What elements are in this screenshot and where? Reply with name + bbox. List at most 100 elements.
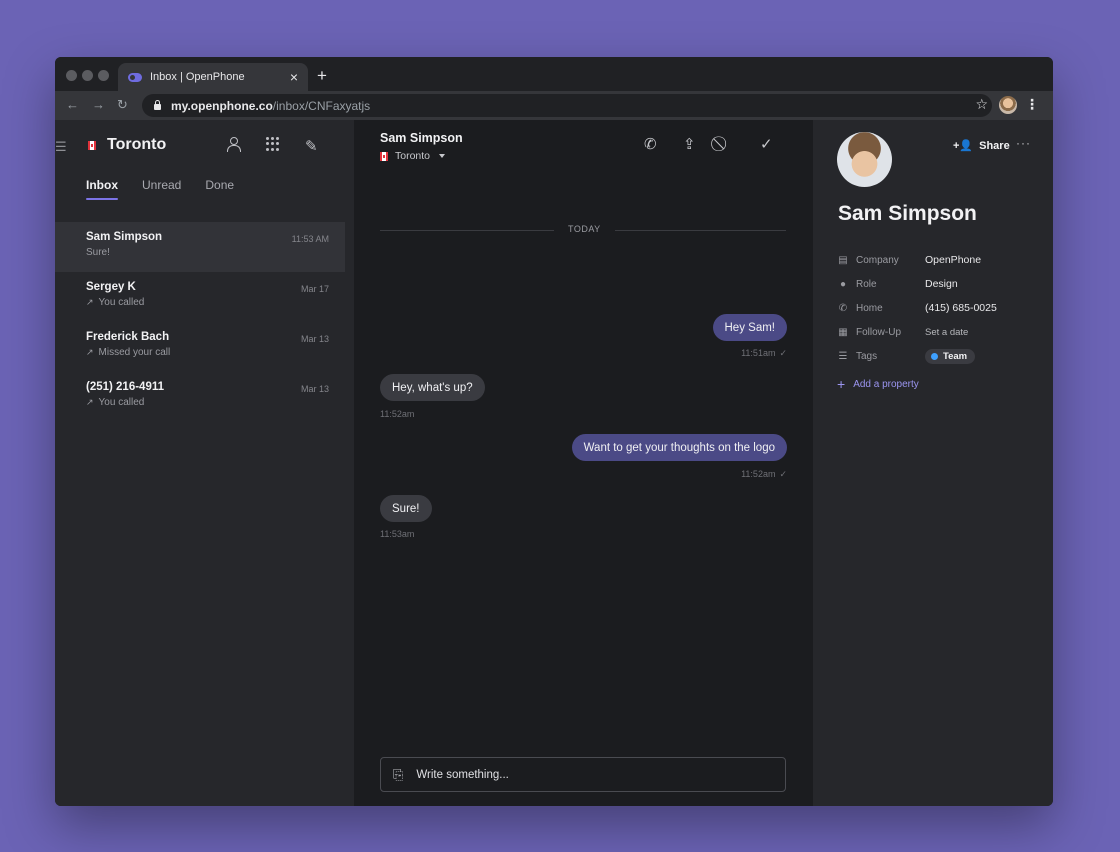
- delivered-check-icon: ✓: [779, 469, 787, 479]
- back-arrow-icon[interactable]: ←: [66, 97, 79, 112]
- conversation-preview: Missed your call: [98, 347, 171, 358]
- canada-flag-icon: [380, 151, 388, 161]
- property-value: (415) 685-0025: [925, 302, 997, 314]
- conversation-date: Mar 13: [300, 334, 329, 344]
- plus-icon: +: [837, 376, 846, 392]
- property-label: Tags: [856, 350, 878, 362]
- outgoing-call-arrow-icon: ↗: [86, 347, 94, 357]
- contact-avatar: [837, 132, 892, 187]
- share-label: Share: [979, 139, 1010, 152]
- share-conversation-icon[interactable]: ⇪: [683, 135, 696, 153]
- lock-icon: [154, 100, 161, 110]
- close-window-button[interactable]: [66, 70, 77, 81]
- message-composer[interactable]: ⎘ Write something...: [380, 757, 786, 792]
- message-time: 11:53am: [380, 529, 415, 539]
- outgoing-message-bubble: Hey Sam!: [712, 314, 787, 341]
- tag-label: Team: [943, 350, 968, 362]
- add-property-button[interactable]: + Add a property: [837, 376, 919, 392]
- outgoing-call-arrow-icon: ↗: [86, 297, 94, 307]
- outgoing-message-bubble: Want to get your thoughts on the logo: [571, 434, 787, 461]
- day-label: TODAY: [554, 224, 615, 234]
- profile-avatar[interactable]: [999, 96, 1017, 114]
- conversation-item[interactable]: Frederick Bach Mar 13 ↗ Missed your call: [55, 322, 345, 372]
- conversation-item[interactable]: (251) 216-4911 Mar 13 ↗ You called: [55, 372, 345, 422]
- line-selector[interactable]: Toronto: [380, 150, 446, 162]
- property-label: Role: [856, 278, 877, 290]
- browser-menu-icon[interactable]: ⋮: [1025, 96, 1039, 113]
- more-options-icon[interactable]: ···: [1016, 136, 1031, 150]
- browser-tab[interactable]: Inbox | OpenPhone ×: [118, 63, 308, 91]
- property-row-home[interactable]: ✆ Home (415) 685-0025: [837, 296, 997, 320]
- workspace-name: Toronto: [107, 136, 167, 153]
- conversation-preview-row: ↗ You called: [86, 397, 329, 408]
- canada-flag-icon: [88, 140, 96, 150]
- list-icon: ☰: [838, 350, 848, 362]
- bookmark-star-icon[interactable]: ☆: [975, 96, 988, 113]
- conversation-item[interactable]: Sam Simpson 11:53 AM Sure!: [55, 222, 345, 272]
- message-time: 11:51am: [741, 348, 776, 358]
- message-time: 11:52am: [741, 469, 776, 479]
- compose-pencil-icon[interactable]: ✎: [305, 137, 318, 155]
- maximize-window-button[interactable]: [98, 70, 109, 81]
- new-tab-button[interactable]: +: [317, 66, 327, 86]
- property-value: OpenPhone: [925, 254, 982, 266]
- attachment-paperclip-icon[interactable]: ⎘: [393, 767, 403, 783]
- conversation-list: Sam Simpson 11:53 AM Sure! Sergey K Mar …: [55, 222, 345, 422]
- url-path: /inbox/CNFaxyatjs: [272, 98, 371, 113]
- mark-done-check-icon[interactable]: ✓: [760, 135, 773, 153]
- conversation-name: (251) 216-4911: [86, 381, 165, 393]
- delivered-check-icon: ✓: [779, 348, 787, 358]
- property-value: Design: [925, 278, 958, 290]
- composer-placeholder: Write something...: [416, 768, 509, 781]
- conversation-date: 11:53 AM: [291, 234, 329, 244]
- conversation-date: Mar 17: [300, 284, 329, 294]
- workspace-switcher[interactable]: Toronto: [88, 136, 166, 154]
- chevron-down-icon: [439, 154, 446, 158]
- contact-properties: ▤ Company OpenPhone ● Role Design ✆ Home…: [837, 248, 997, 368]
- tag-chip[interactable]: Team: [925, 348, 976, 364]
- hamburger-menu-icon[interactable]: ☰: [55, 139, 67, 155]
- conversation-preview-row: ↗ Missed your call: [86, 347, 329, 358]
- share-button[interactable]: +👤 Share: [953, 139, 1010, 153]
- add-property-label: Add a property: [853, 378, 919, 390]
- contacts-icon[interactable]: [227, 137, 241, 152]
- tab-done[interactable]: Done: [205, 178, 234, 192]
- tab-strip: Inbox | OpenPhone × +: [55, 57, 1053, 91]
- conversation-name: Frederick Bach: [86, 331, 170, 343]
- tab-inbox[interactable]: Inbox: [86, 178, 118, 200]
- tab-close-icon[interactable]: ×: [290, 69, 298, 85]
- forward-arrow-icon[interactable]: →: [92, 97, 105, 112]
- openphone-favicon-icon: [128, 72, 142, 82]
- conversation-preview: You called: [98, 397, 145, 408]
- contact-details-panel: +👤 Share ··· Sam Simpson ▤ Company OpenP…: [813, 120, 1053, 806]
- message-time: 11:52am: [380, 409, 415, 419]
- property-label: Company: [856, 254, 899, 266]
- dialpad-icon[interactable]: [266, 137, 280, 151]
- conversation-preview: You called: [98, 297, 145, 308]
- call-icon[interactable]: ✆: [644, 135, 657, 153]
- phone-icon: ✆: [838, 302, 848, 314]
- line-name: Toronto: [395, 150, 431, 162]
- conversation-date: Mar 13: [300, 384, 329, 394]
- reload-icon[interactable]: ↻: [117, 97, 128, 113]
- property-row-follow-up[interactable]: ▦ Follow-Up Set a date: [837, 320, 997, 344]
- property-label: Home: [856, 302, 883, 314]
- person-icon: ●: [839, 278, 847, 290]
- url-bar[interactable]: my.openphone.co/inbox/CNFaxyatjs: [142, 94, 992, 117]
- conversation-panel: Sam Simpson Toronto ✆ ⇪ ⃠ ✓ TODAY Hey Sa…: [354, 120, 813, 806]
- conversation-item[interactable]: Sergey K Mar 17 ↗ You called: [55, 272, 345, 322]
- conversation-title: Sam Simpson: [380, 131, 463, 145]
- tab-title: Inbox | OpenPhone: [150, 71, 245, 83]
- browser-window: Inbox | OpenPhone × + ← → ↻ my.openphone…: [55, 57, 1053, 806]
- property-row-tags[interactable]: ☰ Tags Team: [837, 344, 997, 368]
- inbox-tabs: Inbox Unread Done: [86, 178, 234, 200]
- conversation-preview: Sure!: [86, 247, 110, 258]
- tab-unread[interactable]: Unread: [142, 178, 181, 192]
- briefcase-icon: ▤: [838, 254, 848, 266]
- conversation-preview-row: ↗ You called: [86, 297, 329, 308]
- minimize-window-button[interactable]: [82, 70, 93, 81]
- property-row-role[interactable]: ● Role Design: [837, 272, 997, 296]
- property-row-company[interactable]: ▤ Company OpenPhone: [837, 248, 997, 272]
- add-person-icon: +👤: [953, 140, 974, 152]
- message-timestamp: 11:51am ✓: [741, 348, 787, 359]
